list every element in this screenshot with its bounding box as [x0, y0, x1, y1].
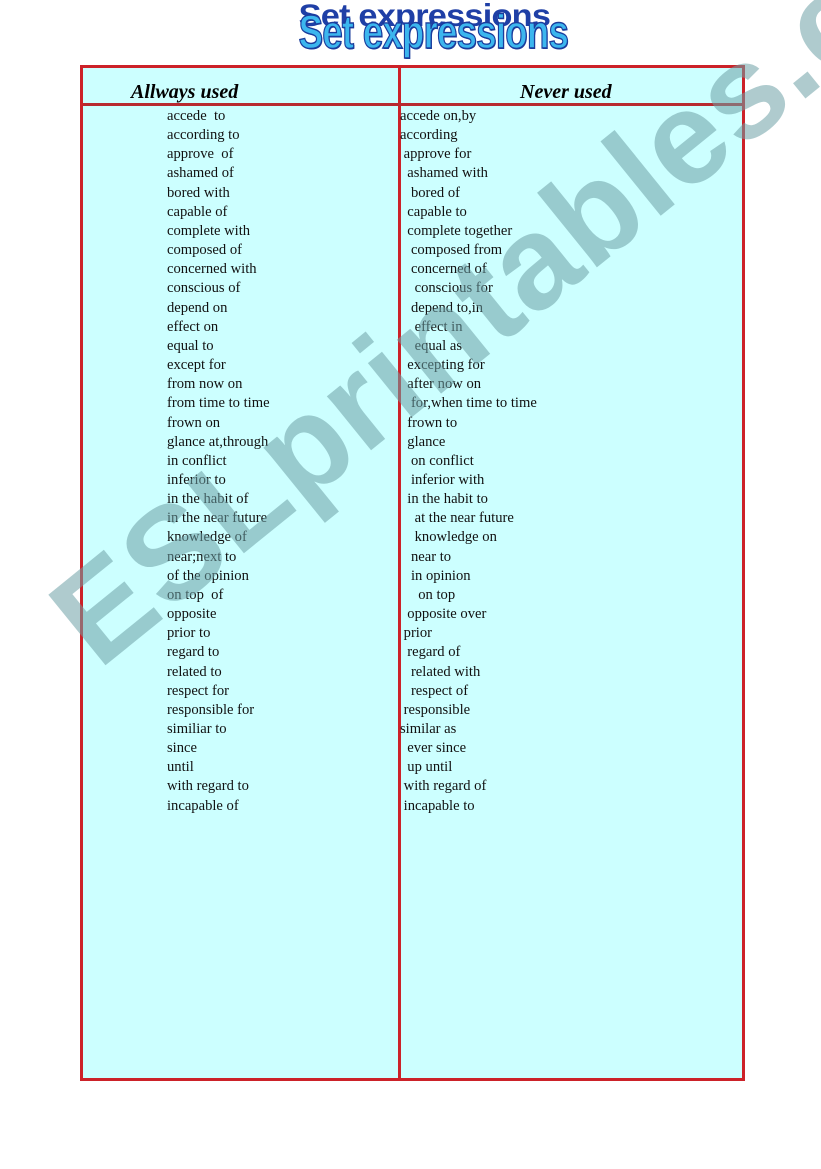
always-used-list: accede to according to approve of ashamed o…	[167, 107, 270, 816]
never-used-item: bored of	[400, 184, 460, 201]
never-used-item: on conflict	[400, 452, 474, 469]
never-used-item: at the near future	[400, 510, 514, 527]
header-never-used: Never used	[520, 81, 612, 103]
always-used-item: bored with	[167, 184, 230, 201]
never-used-item: concerned of	[400, 261, 487, 278]
never-used-item: knowledge on	[400, 529, 497, 546]
always-used-item: of the opinion	[167, 567, 249, 584]
always-used-item: composed of	[167, 242, 242, 259]
never-used-item: approve for	[400, 146, 472, 163]
always-used-item: from time to time	[167, 395, 270, 412]
always-used-item: responsible for	[167, 701, 255, 718]
always-used-item: until	[167, 759, 194, 776]
always-used-item: related to	[167, 663, 222, 680]
never-used-item: glance	[400, 433, 446, 450]
never-used-item: regard of	[400, 644, 461, 661]
always-used-item: similiar to	[167, 721, 227, 737]
always-used-item: complete with	[167, 222, 251, 239]
always-used-item: near;next to	[167, 548, 237, 565]
always-used-item: approve of	[167, 146, 234, 163]
never-used-item: capable to	[400, 203, 467, 220]
never-used-item: responsible	[400, 701, 471, 718]
never-used-item: near to	[400, 548, 452, 565]
never-used-item: equal as	[400, 337, 463, 354]
always-used-item: concerned with	[167, 261, 257, 278]
title-text: Set expressions	[298, 4, 569, 58]
never-used-item: ashamed with	[400, 165, 488, 182]
never-used-item: ever since	[400, 740, 467, 757]
never-used-item: related with	[400, 663, 481, 680]
always-used-item: on top of	[167, 586, 224, 603]
never-used-item: according	[400, 127, 458, 144]
always-used-item: incapable of	[167, 797, 239, 814]
never-used-item: similar as	[400, 721, 457, 737]
always-used-item: knowledge of	[167, 529, 247, 546]
never-used-list: accede on,by according approve for ashame…	[400, 107, 537, 816]
always-used-item: glance at,through	[167, 433, 269, 450]
never-used-item: with regard of	[400, 778, 487, 795]
never-used-item: prior	[400, 625, 433, 642]
never-used-item: depend to,in	[400, 299, 484, 316]
never-used-item: for,when time to time	[400, 395, 537, 412]
always-used-item: in the near future	[167, 510, 268, 527]
always-used-item: frown on	[167, 414, 221, 431]
always-used-item: prior to	[167, 625, 211, 642]
always-used-item: conscious of	[167, 280, 241, 297]
always-used-item: effect on	[167, 318, 219, 335]
always-used-item: depend on	[167, 299, 228, 316]
never-used-item: after now on	[400, 376, 482, 393]
never-used-item: respect of	[400, 682, 469, 699]
never-used-item: up until	[400, 759, 453, 776]
never-used-item: on top	[400, 586, 456, 603]
never-used-item: in the habit to	[400, 491, 488, 508]
never-used-item: frown to	[400, 414, 458, 431]
always-used-item: according to	[167, 127, 240, 144]
always-used-item: capable of	[167, 203, 228, 220]
never-used-item: excepting for	[400, 357, 485, 374]
always-used-item: regard to	[167, 644, 220, 661]
never-used-item: effect in	[400, 318, 463, 335]
always-used-item: except for	[167, 357, 226, 374]
never-used-item: opposite over	[400, 606, 487, 623]
never-used-item: composed from	[400, 242, 503, 259]
never-used-item: inferior with	[400, 471, 485, 488]
always-used-item: from now on	[167, 376, 243, 393]
document-title: Set expressions Set expressions	[270, 0, 569, 64]
always-used-item: since	[167, 740, 197, 757]
always-used-item: in conflict	[167, 452, 227, 469]
always-used-item: respect for	[167, 682, 229, 699]
always-used-item: in the habit of	[167, 491, 249, 508]
never-used-item: conscious for	[400, 280, 493, 297]
always-used-item: ashamed of	[167, 165, 234, 182]
always-used-item: opposite	[167, 606, 217, 623]
never-used-item: in opinion	[400, 567, 471, 584]
never-used-item: incapable to	[400, 797, 475, 814]
never-used-item: accede on,by	[400, 108, 477, 124]
header-always-used: Allways used	[131, 81, 239, 103]
always-used-item: inferior to	[167, 471, 226, 488]
never-used-item: complete together	[400, 222, 513, 239]
expressions-table: Allways used Never used accede to accordi…	[80, 65, 745, 1081]
always-used-item: equal to	[167, 337, 214, 354]
always-used-item: with regard to	[167, 778, 249, 795]
always-used-item: accede to	[167, 108, 226, 124]
